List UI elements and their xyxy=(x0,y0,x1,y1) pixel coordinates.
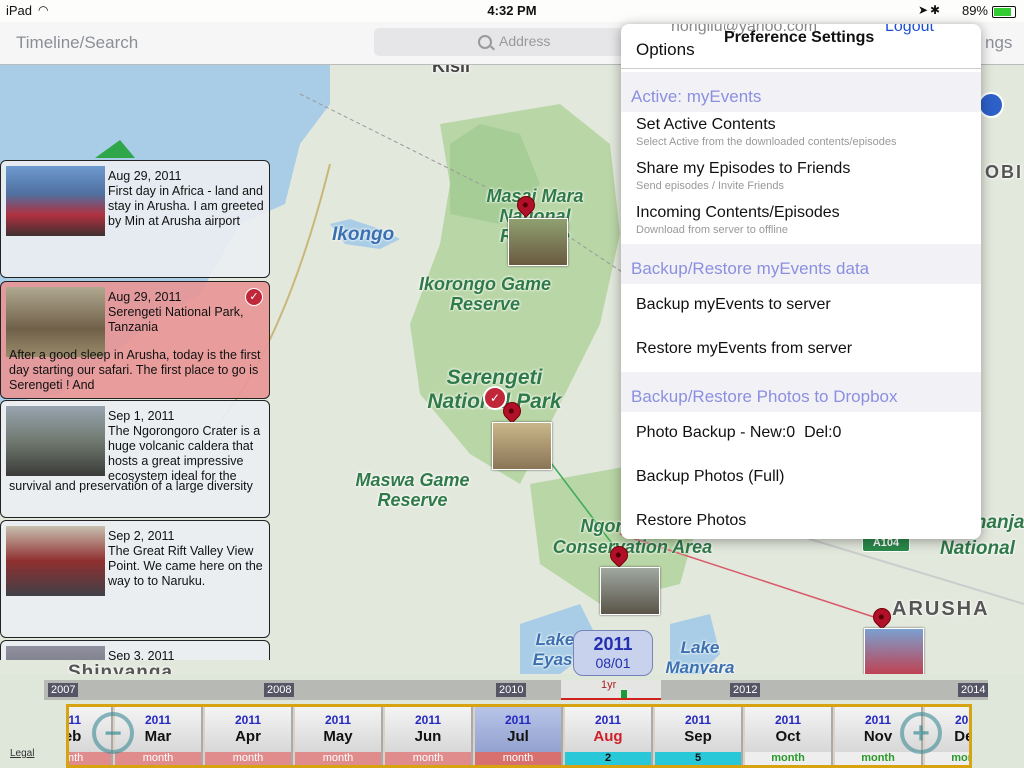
map-thumbnail[interactable] xyxy=(508,218,568,266)
event-photo xyxy=(6,406,105,476)
label-arusha: ARUSHA xyxy=(892,598,990,620)
status-bar: iPad ◠ 4:32 PM ➤ ✱ 89% xyxy=(0,0,1024,22)
battery-percent: 89% xyxy=(961,3,988,18)
restore-myevents-row[interactable]: Restore myEvents from server xyxy=(621,328,981,373)
logout-button[interactable]: Logout xyxy=(885,24,934,36)
label-maswa: Maswa Game Reserve xyxy=(355,470,470,510)
event-body: After a good sleep in Arusha, today is t… xyxy=(9,348,261,392)
event-date: Sep 2, 2011 xyxy=(108,529,175,543)
event-title: The Great Rift Valley View Point. We cam… xyxy=(108,544,263,588)
label-shinyanga: Shinyanga xyxy=(68,662,174,674)
event-title: The Ngorongoro Crater is a huge volcanic… xyxy=(108,424,261,483)
backup-myevents-row[interactable]: Backup myEvents to server xyxy=(621,284,981,329)
event-card[interactable]: Aug 29, 2011 First day in Africa - land … xyxy=(0,160,270,278)
selected-check-icon: ✓ xyxy=(245,288,263,306)
month-cell-august[interactable]: 2011 Aug 2 xyxy=(565,707,653,765)
event-body: survival and preservation of a large div… xyxy=(9,479,253,493)
year-tag[interactable]: 2007 xyxy=(48,683,79,697)
month-strip[interactable]: 2011Febmonth 2011Marmonth 2011Aprmonth 2… xyxy=(66,704,972,768)
battery-icon xyxy=(992,6,1016,18)
current-date-bubble: 2011 08/01 xyxy=(573,630,653,676)
event-photo xyxy=(6,526,105,596)
event-date: Sep 1, 2011 xyxy=(108,409,175,423)
label-ikorongo: Ikorongo Game Reserve xyxy=(418,274,552,314)
zoom-in-button[interactable]: + xyxy=(900,712,942,754)
label-ikongo: Ikongo xyxy=(332,224,395,245)
settings-button[interactable]: ngs xyxy=(985,33,1012,53)
event-photo xyxy=(6,287,105,357)
address-search-input[interactable]: Address xyxy=(374,28,650,56)
year-tag[interactable]: 2014 xyxy=(958,683,989,697)
photo-backup-status-row[interactable]: Photo Backup - New:0 Del:0 xyxy=(621,412,981,457)
options-button[interactable]: Options xyxy=(636,40,695,60)
range-indicator xyxy=(561,698,661,700)
event-date: Aug 29, 2011 xyxy=(108,169,182,183)
preference-popover: hongliu@yahoo.com Logout Options Prefere… xyxy=(621,24,981,539)
event-title: Serengeti National Park, Tanzania xyxy=(108,305,244,334)
locate-me-icon[interactable] xyxy=(978,92,1004,118)
set-active-contents-row[interactable]: Set Active Contents Select Active from t… xyxy=(621,112,981,157)
month-cell[interactable]: 2011 May month xyxy=(295,707,383,765)
event-list[interactable]: Aug 29, 2011 First day in Africa - land … xyxy=(0,160,270,660)
year-tag[interactable]: 2012 xyxy=(730,683,761,697)
current-date: 08/01 xyxy=(595,655,631,671)
section-header-backup-events: Backup/Restore myEvents data xyxy=(621,244,981,284)
bluetooth-icon: ✱ xyxy=(929,3,940,17)
event-card[interactable]: Sep 2, 2011 The Great Rift Valley View P… xyxy=(0,520,270,638)
label-kisii: Kisii xyxy=(432,64,471,76)
month-cell-july[interactable]: 2011 Jul month xyxy=(475,707,563,765)
clock: 4:32 PM xyxy=(487,3,537,18)
event-date: Aug 29, 2011 xyxy=(108,290,182,304)
label-obi: OBI xyxy=(985,162,1024,182)
event-photo xyxy=(6,646,105,660)
section-header-backup-photos: Backup/Restore Photos to Dropbox xyxy=(621,372,981,412)
timeline-search-button[interactable]: Timeline/Search xyxy=(16,33,138,53)
event-title: First day in Africa - land and stay in A… xyxy=(108,184,264,228)
event-photo xyxy=(6,166,105,236)
event-card[interactable]: Sep 1, 2011 The Ngorongoro Crater is a h… xyxy=(0,400,270,518)
map-thumbnail[interactable] xyxy=(864,628,924,674)
backup-photos-full-row[interactable]: Backup Photos (Full) xyxy=(621,456,981,501)
search-icon xyxy=(478,35,492,49)
month-cell[interactable]: 2011 Apr month xyxy=(205,707,293,765)
zoom-out-button[interactable]: − xyxy=(92,712,134,754)
event-card[interactable]: Sep 3, 2011 xyxy=(0,640,270,660)
year-scale-bar[interactable]: 2007 2008 2010 2012 2014 xyxy=(44,680,989,700)
event-date: Sep 3, 2011 xyxy=(108,649,175,660)
restore-photos-row[interactable]: Restore Photos xyxy=(621,500,981,539)
year-tag[interactable]: 2008 xyxy=(264,683,295,697)
map-thumbnail[interactable] xyxy=(600,567,660,615)
event-card-selected[interactable]: Aug 29, 2011 Serengeti National Park, Ta… xyxy=(0,281,270,399)
month-cell-september[interactable]: 2011 Sep 5 xyxy=(655,707,743,765)
year-tag[interactable]: 2010 xyxy=(496,683,527,697)
popover-title: Preference Settings xyxy=(724,29,875,46)
incoming-contents-row[interactable]: Incoming Contents/Episodes Download from… xyxy=(621,200,981,245)
popover-header: hongliu@yahoo.com Logout Options Prefere… xyxy=(621,24,981,69)
search-placeholder: Address xyxy=(499,33,551,49)
label-lake-manyara: Lake Manyara xyxy=(665,638,735,674)
location-icon: ➤ xyxy=(917,3,928,17)
share-episodes-row[interactable]: Share my Episodes to Friends Send episod… xyxy=(621,156,981,201)
legal-link[interactable]: Legal xyxy=(10,748,34,759)
month-cell[interactable]: 2011 Oct month xyxy=(745,707,833,765)
section-header-active: Active: myEvents xyxy=(621,72,981,112)
map-thumbnail[interactable] xyxy=(492,422,552,470)
month-cell[interactable]: 2011 Jun month xyxy=(385,707,473,765)
scale-label: 1yr xyxy=(601,679,617,691)
current-year: 2011 xyxy=(593,634,633,654)
